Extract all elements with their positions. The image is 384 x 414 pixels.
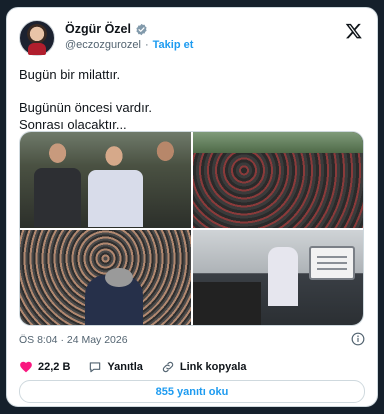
handle-row: @eczozgurozel · Takip et — [65, 39, 193, 51]
like-button[interactable]: 22,2 B — [19, 360, 70, 374]
info-icon[interactable] — [351, 332, 365, 346]
avatar[interactable] — [19, 20, 55, 56]
tweet-text: Bugün bir milattır. Bugünün öncesi vardı… — [19, 66, 365, 134]
verified-badge-icon — [136, 23, 147, 35]
photo-2[interactable] — [192, 132, 363, 228]
author-name[interactable]: Özgür Özel — [65, 22, 131, 36]
photo-1[interactable] — [20, 132, 191, 228]
heart-icon — [20, 361, 32, 373]
media-grid — [19, 131, 364, 326]
reply-icon — [90, 362, 101, 373]
timestamp[interactable]: ÖS 8:04 · 24 May 2026 — [19, 334, 128, 346]
tweet-line-2: Bugünün öncesi vardır. — [19, 99, 152, 115]
author-name-row: Özgür Özel — [65, 22, 148, 36]
action-bar: 22,2 B Yanıtla Link kopyala — [19, 360, 265, 374]
copy-link-label: Link kopyala — [179, 361, 247, 373]
tweet-header: Özgür Özel @eczozgurozel · Takip et — [19, 18, 365, 58]
photo-4[interactable] — [192, 229, 363, 325]
like-count: 22,2 B — [38, 361, 71, 373]
x-logo-icon[interactable] — [345, 22, 363, 40]
reply-label: Yanıtla — [107, 361, 143, 373]
reply-button[interactable]: Yanıtla — [88, 360, 143, 374]
separator-dot: · — [144, 39, 149, 51]
read-replies-button[interactable]: 855 yanıtı oku — [19, 380, 365, 403]
photo-3[interactable] — [20, 229, 191, 325]
road-sign-image — [309, 245, 355, 280]
follow-button[interactable]: Takip et — [153, 39, 194, 51]
author-handle[interactable]: @eczozgurozel — [65, 39, 141, 51]
tweet-line-1: Bugün bir milattır. — [19, 67, 121, 82]
link-icon — [162, 361, 174, 373]
copy-link-button[interactable]: Link kopyala — [161, 360, 247, 374]
tweet-card: Özgür Özel @eczozgurozel · Takip et Bugü… — [6, 7, 378, 407]
